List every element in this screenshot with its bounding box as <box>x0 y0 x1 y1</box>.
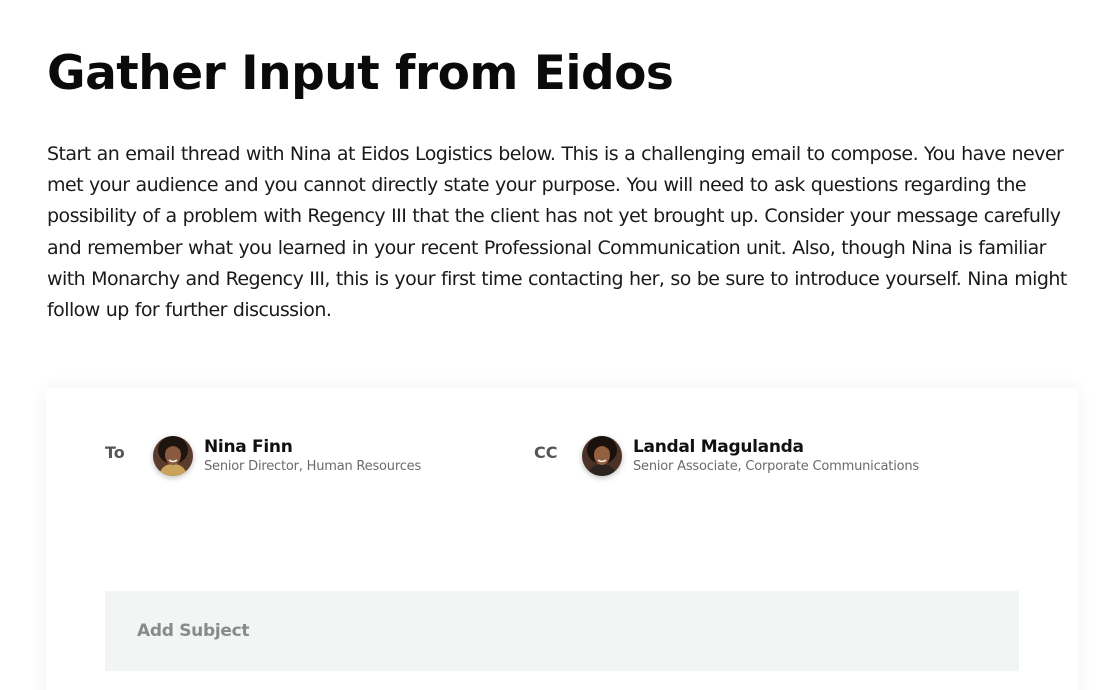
page: Gather Input from Eidos Start an email t… <box>0 0 1112 690</box>
intro-paragraph: Start an email thread with Nina at Eidos… <box>47 143 1067 322</box>
page-title: Gather Input from Eidos <box>47 46 674 101</box>
to-label: To <box>105 443 125 462</box>
person-avatar-icon <box>582 436 622 476</box>
recipient-role: Senior Associate, Corporate Communicatio… <box>633 459 919 474</box>
recipient-role: Senior Director, Human Resources <box>204 459 422 474</box>
subject-input[interactable]: Add Subject <box>105 591 1019 671</box>
to-recipient-details: Nina Finn Senior Director, Human Resourc… <box>204 436 421 475</box>
cc-label: CC <box>534 443 558 462</box>
cc-recipient-details: Landal Magulanda Senior Associate, Corpo… <box>633 436 919 475</box>
avatar <box>582 436 622 476</box>
subject-placeholder: Add Subject <box>137 621 250 641</box>
recipient-name: Landal Magulanda <box>633 437 804 457</box>
recipient-name: Nina Finn <box>204 437 293 457</box>
avatar <box>153 436 193 476</box>
person-avatar-icon <box>153 436 193 476</box>
email-composer: To Nina Finn Senior Director, Human Reso… <box>46 388 1078 690</box>
